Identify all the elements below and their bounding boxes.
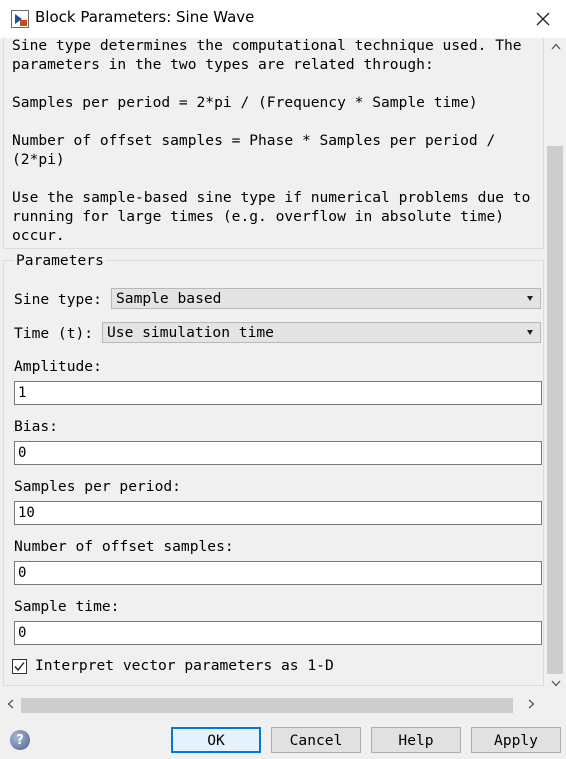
sample-time-label: Sample time: (14, 598, 120, 615)
cancel-button[interactable]: Cancel (271, 727, 361, 753)
description-panel: Sine type determines the computational t… (3, 38, 544, 249)
checkmark-icon (14, 662, 25, 672)
amplitude-input[interactable] (15, 382, 541, 404)
close-button[interactable] (520, 0, 566, 38)
amplitude-label: Amplitude: (14, 358, 102, 375)
description-line: Use the sample-based sine type if numeri… (12, 189, 531, 206)
offset-samples-input[interactable] (15, 562, 541, 584)
dialog-content: Sine type determines the computational t… (0, 38, 545, 692)
sample-time-input[interactable] (15, 622, 541, 644)
offset-samples-field[interactable] (14, 561, 542, 585)
parameters-group: Parameters Sine type: Sample based Time … (3, 252, 544, 686)
scroll-down-button[interactable] (545, 675, 566, 692)
scroll-left-button[interactable] (0, 692, 20, 716)
title-bar: Block Parameters: Sine Wave (0, 0, 566, 38)
bias-field[interactable] (14, 441, 542, 465)
chevron-down-icon (527, 330, 533, 335)
description-line: Sine type determines the computational t… (12, 38, 522, 54)
sine-type-value: Sample based (116, 290, 222, 307)
samples-per-period-field[interactable] (14, 501, 542, 525)
sine-type-label: Sine type: (14, 291, 102, 308)
simulink-block-icon (11, 10, 29, 28)
scroll-up-button[interactable] (545, 38, 566, 55)
ok-button[interactable]: OK (171, 727, 261, 753)
offset-samples-label: Number of offset samples: (14, 538, 234, 555)
chevron-down-icon (527, 296, 533, 301)
horizontal-scroll-thumb[interactable] (21, 698, 513, 713)
bias-input[interactable] (15, 442, 541, 464)
sine-type-dropdown[interactable]: Sample based (111, 288, 541, 309)
chevron-left-icon (7, 699, 13, 709)
vertical-scroll-thumb[interactable] (547, 146, 563, 674)
chevron-down-icon (551, 680, 560, 687)
vertical-scrollbar[interactable] (545, 38, 566, 692)
horizontal-scrollbar[interactable] (0, 692, 566, 716)
bias-label: Bias: (14, 418, 58, 435)
samples-per-period-label: Samples per period: (14, 478, 181, 495)
interpret-vector-checkbox[interactable] (12, 659, 27, 674)
time-value: Use simulation time (107, 324, 274, 341)
chevron-right-icon (528, 699, 534, 709)
help-icon[interactable]: ? (10, 730, 30, 750)
apply-button[interactable]: Apply (471, 727, 561, 753)
time-label: Time (t): (14, 325, 94, 342)
button-bar: ? OK Cancel Help Apply (0, 716, 566, 759)
samples-per-period-input[interactable] (15, 502, 541, 524)
interpret-vector-label: Interpret vector parameters as 1-D (35, 657, 334, 674)
description-line: occur. (12, 227, 65, 244)
amplitude-field[interactable] (14, 381, 542, 405)
close-icon (536, 12, 550, 26)
window-title: Block Parameters: Sine Wave (35, 8, 255, 26)
description-line: (2*pi) (12, 151, 65, 168)
sample-time-field[interactable] (14, 621, 542, 645)
description-line: Samples per period = 2*pi / (Frequency *… (12, 94, 478, 111)
time-dropdown[interactable]: Use simulation time (102, 322, 541, 343)
description-line: parameters in the two types are related … (12, 56, 434, 73)
description-line: running for large times (e.g. overflow i… (12, 208, 505, 225)
parameters-group-title: Parameters (14, 252, 106, 269)
help-button[interactable]: Help (371, 727, 461, 753)
description-line: Number of offset samples = Phase * Sampl… (12, 132, 496, 149)
scroll-right-button[interactable] (521, 692, 541, 716)
chevron-up-icon (551, 43, 560, 50)
